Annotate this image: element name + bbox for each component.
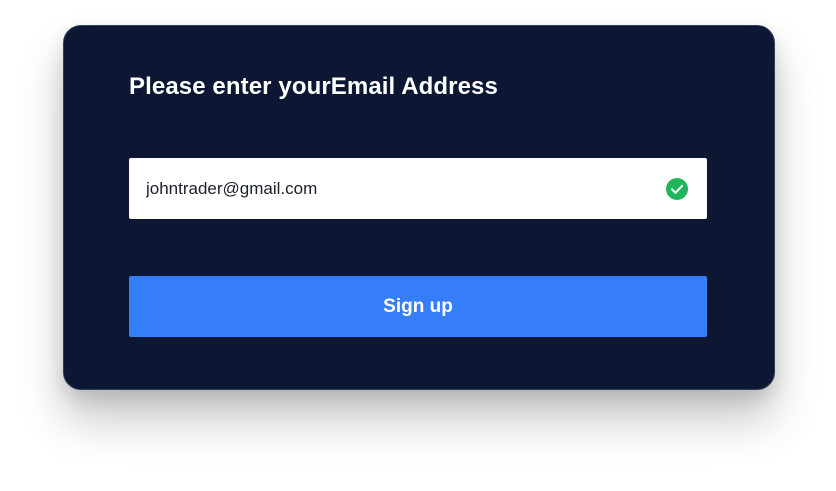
page: Please enter yourEmail Address Sign up	[0, 0, 836, 491]
email-input[interactable]	[146, 178, 655, 199]
signup-button[interactable]: Sign up	[129, 276, 707, 337]
signup-card: Please enter yourEmail Address Sign up	[63, 25, 775, 390]
form-title: Please enter yourEmail Address	[129, 73, 498, 100]
email-field[interactable]	[129, 158, 707, 219]
check-circle-icon	[665, 177, 689, 201]
